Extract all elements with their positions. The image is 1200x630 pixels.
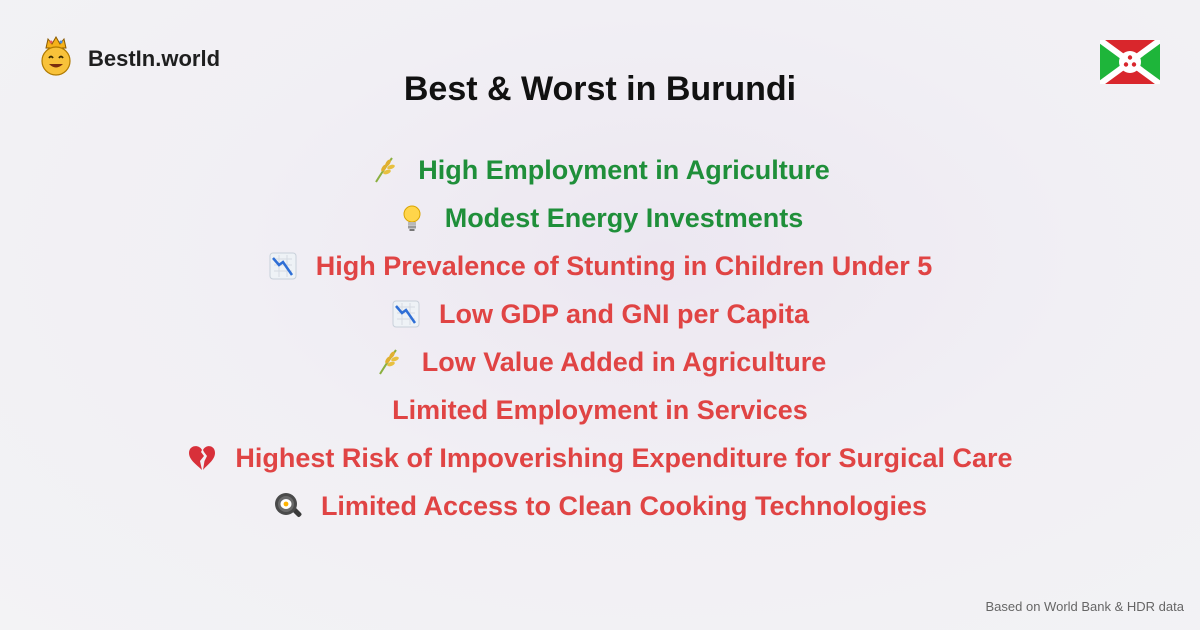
chart-decreasing-icon (268, 251, 298, 281)
chart-decreasing-icon (391, 299, 421, 329)
findings-list: High Employment in Agriculture Modest En… (0, 146, 1200, 530)
list-item: Low Value Added in Agriculture (0, 338, 1200, 386)
sheaf-of-rice-icon (370, 155, 400, 185)
item-label: Limited Access to Clean Cooking Technolo… (320, 490, 928, 521)
list-item: Highest Risk of Impoverishing Expenditur… (0, 434, 1200, 482)
frying-pan-icon (273, 491, 303, 521)
list-item: High Prevalence of Stunting in Children … (0, 242, 1200, 290)
broken-heart-icon (187, 443, 217, 473)
page-title: Best & Worst in Burundi (403, 70, 797, 108)
list-item: Limited Employment in Services (0, 386, 1200, 434)
item-label: High Employment in Agriculture (418, 154, 830, 185)
item-label: Low Value Added in Agriculture (421, 346, 827, 377)
brand-name: BestIn.world (88, 45, 221, 71)
list-item: Low GDP and GNI per Capita (0, 290, 1200, 338)
list-item: Limited Access to Clean Cooking Technolo… (0, 482, 1200, 530)
item-label: Low GDP and GNI per Capita (438, 298, 810, 329)
light-bulb-icon (397, 203, 427, 233)
list-item: Modest Energy Investments (0, 194, 1200, 242)
item-label: Modest Energy Investments (444, 202, 804, 233)
item-label: Limited Employment in Services (392, 394, 808, 425)
item-label: Highest Risk of Impoverishing Expenditur… (235, 442, 1013, 473)
source-note: Based on World Bank & HDR data (985, 599, 1184, 614)
list-item: High Employment in Agriculture (0, 146, 1200, 194)
sheaf-of-rice-icon (374, 347, 404, 377)
item-label: High Prevalence of Stunting in Children … (315, 250, 933, 281)
